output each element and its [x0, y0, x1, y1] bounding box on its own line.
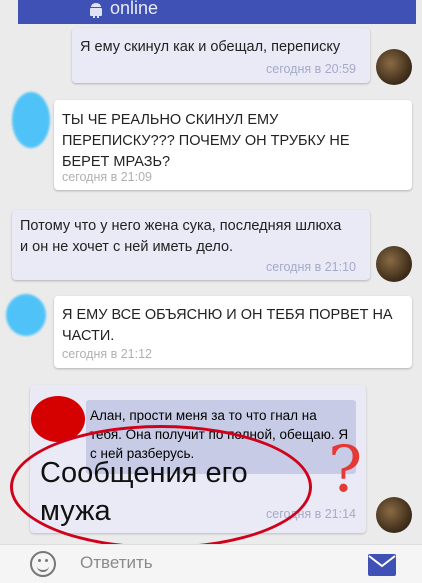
message-bubble[interactable]: Потому что у него жена сука, последняя ш…	[12, 210, 370, 280]
message-time: сегодня в 21:10	[266, 260, 356, 274]
censor-blob	[6, 294, 46, 336]
message-time: сегодня в 21:12	[62, 347, 152, 361]
message-text: ТЫ ЧЕ РЕАЛЬНО СКИНУЛ ЕМУ ПЕРЕПИСКУ??? ПО…	[62, 112, 350, 170]
message-text: Я ему скинул как и обещал, переписку	[80, 39, 341, 55]
app-header: online	[18, 0, 416, 24]
message-time: сегодня в 20:59	[266, 62, 356, 76]
envelope-icon[interactable]	[368, 554, 396, 576]
annotation-question-mark: ?	[328, 433, 363, 507]
composer-bar: Ответить	[0, 544, 422, 583]
online-status: online	[110, 0, 159, 18]
avatar[interactable]	[376, 497, 412, 533]
avatar[interactable]	[376, 49, 412, 85]
avatar[interactable]	[376, 246, 412, 282]
reply-input[interactable]: Ответить	[80, 553, 153, 573]
message-text: Потому что у него жена сука, последняя ш…	[20, 218, 342, 255]
smiley-icon[interactable]	[30, 551, 56, 577]
message-bubble[interactable]: Я ЕМУ ВСЕ ОБЪЯСНЮ И ОН ТЕБЯ ПОРВЕТ НА ЧА…	[54, 296, 412, 368]
censor-blob	[12, 92, 50, 148]
message-text: Я ЕМУ ВСЕ ОБЪЯСНЮ И ОН ТЕБЯ ПОРВЕТ НА ЧА…	[62, 307, 393, 344]
annotation-text: Сообщения его мужа	[40, 457, 248, 527]
android-icon	[89, 2, 105, 18]
message-time: сегодня в 21:09	[62, 170, 152, 184]
message-bubble[interactable]: ТЫ ЧЕ РЕАЛЬНО СКИНУЛ ЕМУ ПЕРЕПИСКУ??? ПО…	[54, 100, 412, 190]
message-bubble[interactable]: Я ему скинул как и обещал, переписку сег…	[72, 28, 370, 83]
